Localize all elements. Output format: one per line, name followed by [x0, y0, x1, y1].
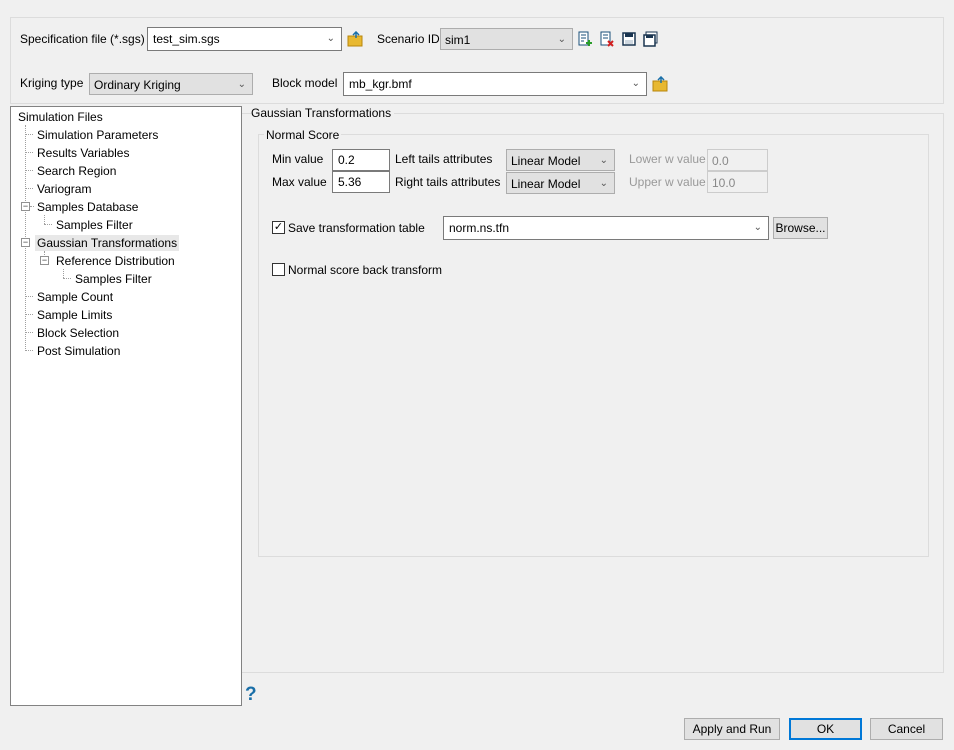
save-icon[interactable] — [621, 31, 637, 47]
right-tails-value: Linear Model — [511, 177, 581, 191]
tree-item-samples-filter-2[interactable]: Samples Filter — [73, 271, 154, 287]
normal-score-group — [258, 134, 929, 557]
tree-item-block-selection[interactable]: Block Selection — [35, 325, 121, 341]
help-icon[interactable]: ? — [245, 684, 257, 706]
spec-file-value: test_sim.sgs — [153, 32, 220, 46]
left-tails-combo[interactable]: Linear Model ⌄ — [506, 149, 615, 171]
back-transform-label: Normal score back transform — [288, 263, 443, 277]
max-value-input[interactable]: 5.36 — [332, 171, 390, 193]
spec-file-combo[interactable]: test_sim.sgs ⌄ — [147, 27, 342, 51]
tree-item-samples-database[interactable]: Samples Database — [35, 199, 140, 215]
lower-w-input: 0.0 — [707, 149, 768, 171]
save-table-value: norm.ns.tfn — [449, 221, 510, 235]
block-model-value: mb_kgr.bmf — [349, 77, 412, 91]
kriging-type-label: Kriging type — [20, 76, 84, 90]
tree-item-search-region[interactable]: Search Region — [35, 163, 118, 179]
tree-item-variogram[interactable]: Variogram — [35, 181, 93, 197]
delete-scenario-icon[interactable] — [599, 31, 615, 47]
chevron-down-icon: ⌄ — [753, 222, 762, 233]
tree-item-sample-count[interactable]: Sample Count — [35, 289, 115, 305]
collapse-icon[interactable]: − — [40, 256, 49, 265]
scenario-id-label: Scenario ID — [377, 32, 440, 46]
chevron-down-icon: ⌄ — [237, 79, 246, 90]
upper-w-label: Upper w value — [629, 175, 706, 189]
right-tails-combo[interactable]: Linear Model ⌄ — [506, 172, 615, 194]
kriging-type-combo[interactable]: Ordinary Kriging ⌄ — [89, 73, 253, 95]
scenario-id-value: sim1 — [445, 33, 471, 47]
tree-item-simulation-parameters[interactable]: Simulation Parameters — [35, 127, 160, 143]
add-scenario-icon[interactable] — [577, 31, 593, 47]
tree-item-post-simulation[interactable]: Post Simulation — [35, 343, 122, 359]
tree-item-sample-limits[interactable]: Sample Limits — [35, 307, 114, 323]
collapse-icon[interactable]: − — [21, 238, 30, 247]
tree-item-gaussian-transformations[interactable]: Gaussian Transformations — [35, 235, 180, 251]
min-value-input[interactable]: 0.2 — [332, 149, 390, 171]
chevron-down-icon: ⌄ — [599, 155, 608, 166]
left-tails-value: Linear Model — [511, 154, 581, 168]
ok-button[interactable]: OK — [789, 718, 862, 740]
save-as-icon[interactable] — [643, 31, 659, 47]
chevron-down-icon: ⌄ — [599, 178, 608, 189]
save-table-label: Save transformation table — [288, 221, 425, 235]
apply-and-run-button[interactable]: Apply and Run — [684, 718, 780, 740]
tree-item-root[interactable]: Simulation Files — [16, 109, 105, 125]
cancel-button[interactable]: Cancel — [870, 718, 943, 740]
collapse-icon[interactable]: − — [21, 202, 30, 211]
upper-w-input: 10.0 — [707, 171, 768, 193]
max-value-label: Max value — [272, 175, 327, 189]
browse-button[interactable]: Browse... — [773, 217, 828, 239]
block-model-label: Block model — [272, 76, 338, 90]
tree-item-samples-filter[interactable]: Samples Filter — [54, 217, 135, 233]
min-value-label: Min value — [272, 152, 324, 166]
panel-title: Gaussian Transformations — [251, 105, 395, 121]
chevron-down-icon: ⌄ — [631, 78, 640, 89]
navigation-tree[interactable]: Simulation Files Simulation Parameters R… — [10, 106, 242, 706]
save-table-checkbox[interactable]: ✓ — [272, 221, 285, 234]
lower-w-label: Lower w value — [629, 152, 706, 166]
tree-item-results-variables[interactable]: Results Variables — [35, 145, 131, 161]
folder-open-icon[interactable] — [652, 76, 668, 92]
folder-open-icon[interactable] — [347, 31, 363, 47]
right-tails-label: Right tails attributes — [395, 175, 501, 189]
chevron-down-icon: ⌄ — [326, 33, 335, 44]
scenario-id-combo[interactable]: sim1 ⌄ — [440, 28, 573, 50]
spec-file-label: Specification file (*.sgs) — [20, 32, 145, 46]
block-model-combo[interactable]: mb_kgr.bmf ⌄ — [343, 72, 647, 96]
chevron-down-icon: ⌄ — [557, 34, 566, 45]
save-table-combo[interactable]: norm.ns.tfn ⌄ — [443, 216, 769, 240]
normal-score-title: Normal Score — [264, 127, 342, 143]
left-tails-label: Left tails attributes — [395, 152, 493, 166]
tree-item-reference-distribution[interactable]: Reference Distribution — [54, 253, 177, 269]
back-transform-checkbox[interactable] — [272, 263, 285, 276]
kriging-type-value: Ordinary Kriging — [94, 78, 181, 92]
